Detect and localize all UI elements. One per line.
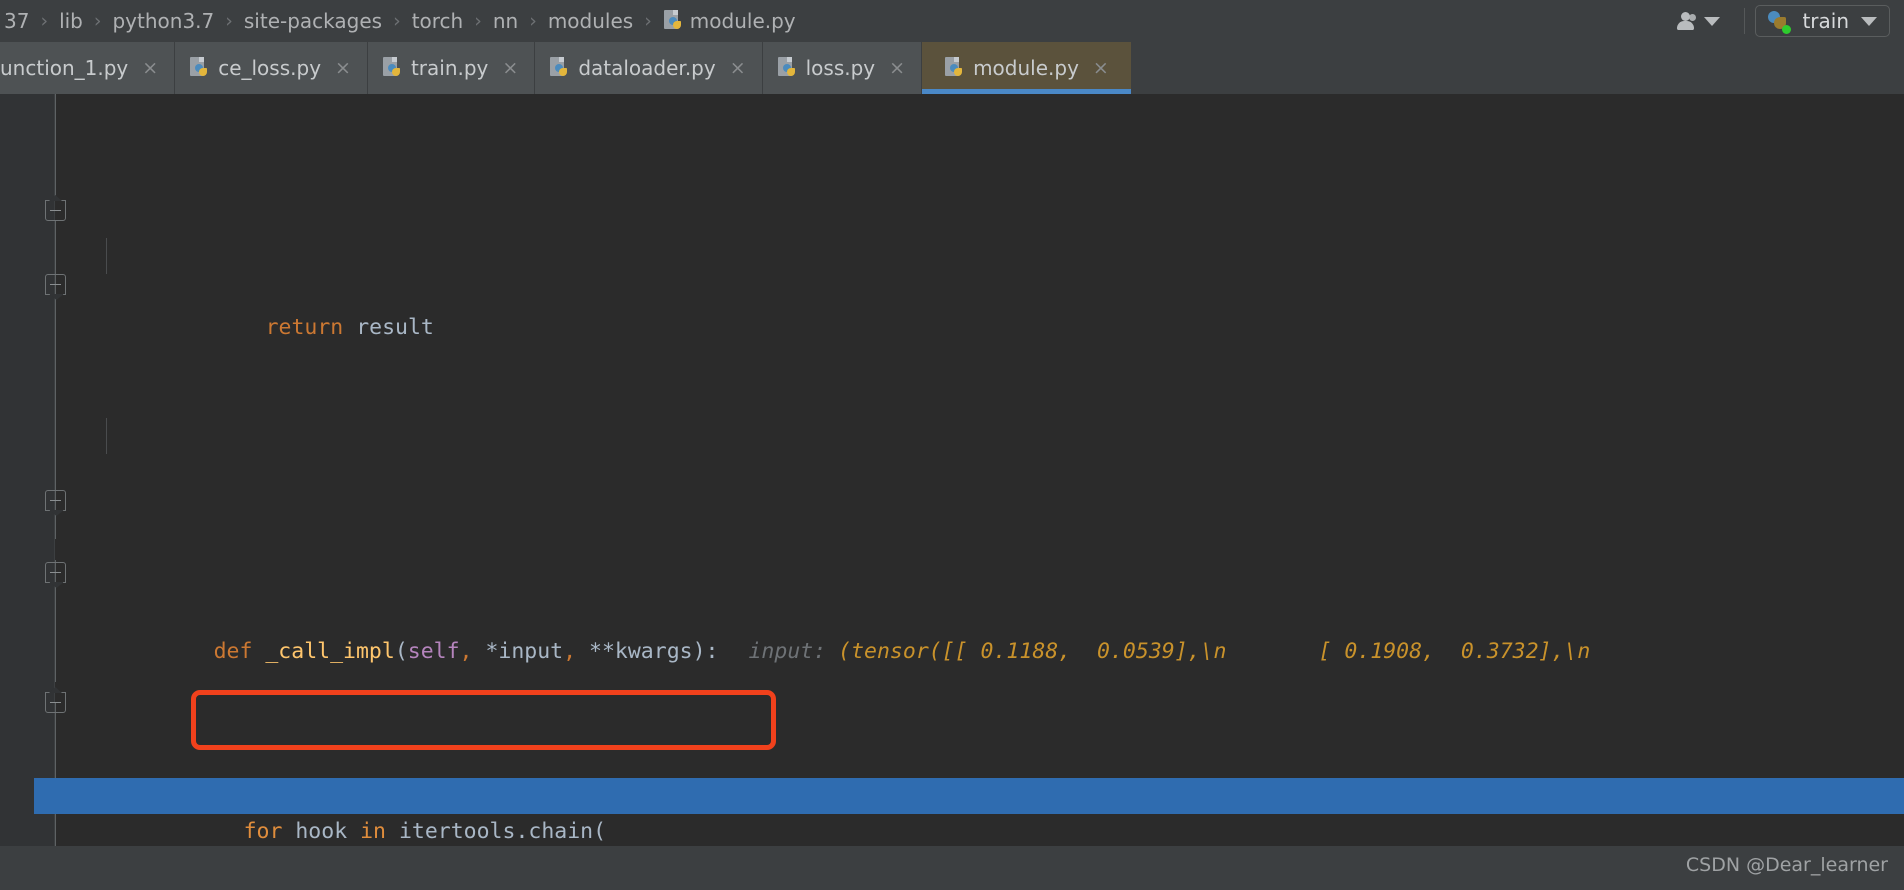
code-line[interactable]: return result — [56, 238, 1904, 340]
breadcrumb-separator-icon: › — [40, 10, 49, 32]
chevron-down-icon — [1861, 16, 1877, 26]
breadcrumb-separator-icon: › — [393, 10, 401, 32]
tab-label: dataloader.py — [578, 56, 716, 80]
python-file-icon — [777, 57, 797, 79]
close-icon[interactable]: × — [497, 58, 518, 78]
python-run-icon — [1766, 9, 1792, 34]
tab-train-py[interactable]: train.py × — [367, 42, 536, 94]
close-icon[interactable]: × — [1088, 58, 1109, 78]
tab-function_1-py[interactable]: unction_1.py × — [0, 42, 176, 94]
breadcrumb-item-site-packages[interactable]: site-packages — [242, 9, 384, 33]
breadcrumb-item-nn[interactable]: nn — [491, 9, 520, 33]
navbar-right-controls: train — [1666, 5, 1904, 37]
breadcrumb-separator-icon: › — [644, 10, 652, 32]
code-editor[interactable]: return result def _call_impl(self, *inpu… — [0, 94, 1904, 846]
breadcrumb-item-label: module.py — [689, 9, 796, 33]
code-line-def-call-impl[interactable]: def _call_impl(self, *input, **kwargs): i… — [56, 598, 1904, 664]
python-file-icon — [944, 57, 964, 79]
tab-loss-py[interactable]: loss.py × — [762, 42, 923, 94]
python-file-icon — [382, 57, 402, 79]
close-icon[interactable]: × — [330, 58, 351, 78]
close-icon[interactable]: × — [725, 58, 746, 78]
breadcrumb-item-python37[interactable]: python3.7 — [110, 9, 216, 33]
navigation-bar: 37 › lib › python3.7 › site-packages › t… — [0, 0, 1904, 42]
tab-label: unction_1.py — [0, 56, 129, 80]
close-icon[interactable]: × — [884, 58, 905, 78]
python-file-icon — [663, 10, 683, 32]
python-file-icon — [189, 57, 209, 79]
run-configuration-selector[interactable]: train — [1755, 5, 1890, 37]
tab-label: module.py — [973, 56, 1079, 80]
tab-module-py[interactable]: module.py × — [922, 42, 1132, 94]
breadcrumb-item-module-py[interactable]: module.py — [661, 9, 798, 33]
user-menu-button[interactable] — [1666, 9, 1734, 33]
breadcrumb-item-lib[interactable]: lib — [57, 9, 85, 33]
close-icon[interactable]: × — [137, 58, 158, 78]
breadcrumb: 37 › lib › python3.7 › site-packages › t… — [0, 9, 1666, 33]
breadcrumb-separator-icon: › — [93, 10, 102, 32]
python-file-icon — [549, 57, 569, 79]
ide-window: 37 › lib › python3.7 › site-packages › t… — [0, 0, 1904, 890]
editor-tab-strip: unction_1.py × ce_loss.py × train.py × d… — [0, 42, 1904, 94]
breadcrumb-item-37[interactable]: 37 — [2, 9, 31, 33]
breadcrumb-item-torch[interactable]: torch — [410, 9, 466, 33]
breadcrumb-separator-icon: › — [474, 10, 482, 32]
status-bar — [0, 846, 1904, 890]
code-line-executing[interactable]: for hook in itertools.chain( — [34, 778, 1904, 844]
run-configuration-label: train — [1802, 9, 1849, 33]
tab-label: ce_loss.py — [218, 56, 322, 80]
tab-label: train.py — [410, 56, 489, 80]
code-content[interactable]: return result def _call_impl(self, *inpu… — [34, 94, 1904, 846]
inline-debug-hint-label: input: — [748, 639, 827, 664]
breadcrumb-item-modules[interactable]: modules — [546, 9, 635, 33]
breadcrumb-separator-icon: › — [529, 10, 537, 32]
tab-label: loss.py — [805, 56, 876, 80]
tab-dataloader-py[interactable]: dataloader.py × — [535, 42, 763, 94]
tab-ce_loss-py[interactable]: ce_loss.py × — [175, 42, 368, 94]
chevron-down-icon — [1704, 16, 1721, 26]
inline-debug-hint-value: (tensor([[ 0.1188, 0.0539],\n — [838, 639, 1227, 664]
toolbar-divider — [1744, 8, 1746, 34]
watermark-text: CSDN @Dear_learner — [1685, 854, 1888, 876]
editor-gutter[interactable] — [0, 94, 66, 846]
user-icon — [1676, 12, 1698, 30]
breadcrumb-separator-icon: › — [225, 10, 233, 32]
code-line[interactable] — [56, 418, 1904, 454]
inline-debug-hint-value-2: [ 0.1908, 0.3732],\n — [1318, 639, 1591, 664]
